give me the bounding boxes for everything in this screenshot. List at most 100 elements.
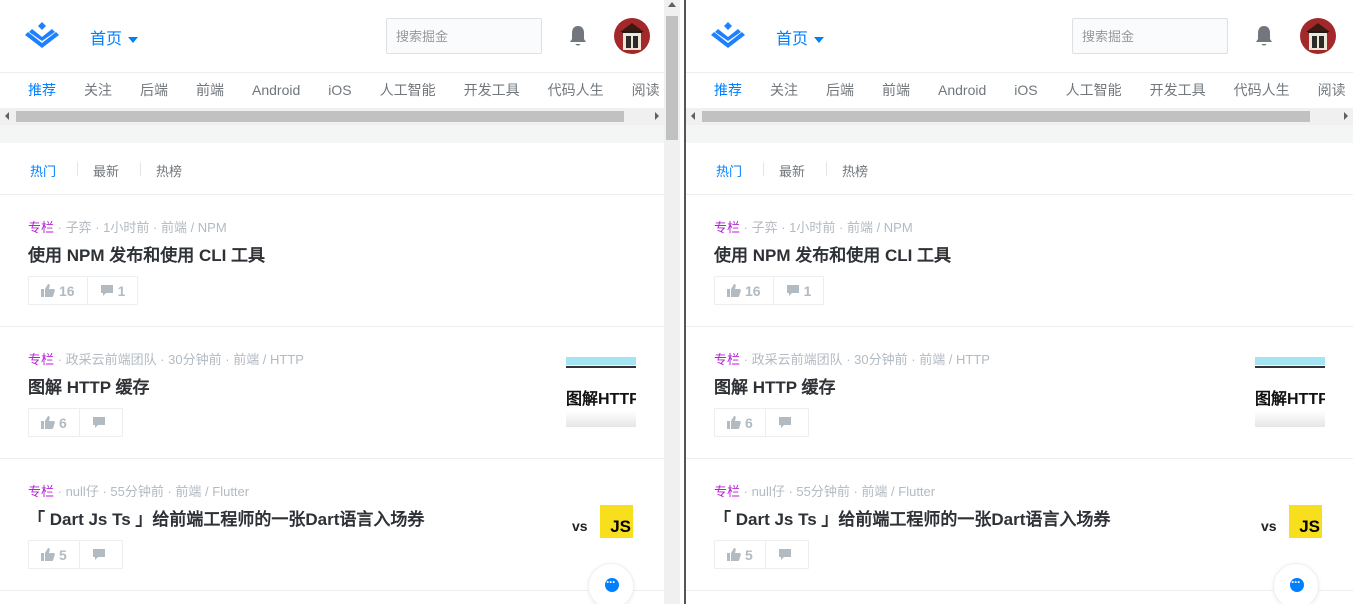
bell-icon[interactable] [1253,24,1275,48]
article-title[interactable]: 图解 HTTP 缓存 [714,373,836,398]
header: 首页 [686,0,1353,72]
comment-button[interactable] [764,409,808,436]
tab-7[interactable]: 开发工具 [464,73,520,107]
tab-2[interactable]: 后端 [826,73,854,107]
comment-button[interactable]: 1 [86,277,138,304]
author-name[interactable]: 政采云前端团队 [752,352,843,367]
feedback-fab[interactable] [588,563,634,604]
tab-4[interactable]: Android [938,73,986,107]
search-input[interactable] [386,18,542,54]
column-tag[interactable]: 专栏 [714,352,740,367]
like-button[interactable]: 5 [715,541,765,568]
scroll-up-arrow-icon[interactable] [668,2,676,7]
horizontal-scrollbar-thumb[interactable] [16,111,624,122]
article-entry[interactable]: 专栏 · null仔 · 55分钟前 · 前端 / Flutter 「 Dart … [0,459,664,591]
tab-6[interactable]: 人工智能 [380,73,436,107]
thumbnail-text: 图解HTTP [566,391,636,408]
article-title[interactable]: 「 Dart Js Ts 」给前端工程师的一张Dart语言入场券 [714,505,1110,530]
horizontal-scrollbar[interactable] [686,108,1353,125]
article-thumbnail[interactable]: vs JS [566,489,636,559]
subnav-item-0[interactable]: 热门 [716,161,742,180]
article-tags[interactable]: 前端 / NPM [847,220,913,235]
home-nav-dropdown[interactable]: 首页 [90,25,139,49]
avatar[interactable] [1300,18,1336,54]
juejin-logo-icon[interactable] [708,20,748,52]
column-tag[interactable]: 专栏 [714,220,740,235]
subnav-item-1[interactable]: 最新 [93,161,119,180]
author-name[interactable]: 子弈 [66,220,92,235]
column-tag[interactable]: 专栏 [28,220,54,235]
article-tags[interactable]: 前端 / Flutter [861,484,935,499]
tab-7[interactable]: 开发工具 [1150,73,1206,107]
article-title[interactable]: 「 Dart Js Ts 」给前端工程师的一张Dart语言入场券 [28,505,424,530]
subnav-item-1[interactable]: 最新 [779,161,805,180]
search-input[interactable] [1072,18,1228,54]
subnav-item-2[interactable]: 热榜 [156,161,182,180]
article-tags[interactable]: 前端 / NPM [161,220,227,235]
tab-2[interactable]: 后端 [140,73,168,107]
article-title[interactable]: 使用 NPM 发布和使用 CLI 工具 [28,241,265,266]
author-name[interactable]: null仔 [752,484,785,499]
scroll-left-arrow-icon[interactable] [691,112,695,120]
tab-0[interactable]: 推荐 [28,73,56,107]
tab-1[interactable]: 关注 [84,73,112,107]
article-entry[interactable]: 专栏 · 政采云前端团队 · 30分钟前 · 前端 / HTTP 图解 HTTP … [686,327,1353,459]
horizontal-scrollbar-thumb[interactable] [702,111,1310,122]
tab-8[interactable]: 代码人生 [548,73,604,107]
article-title[interactable]: 使用 NPM 发布和使用 CLI 工具 [714,241,951,266]
tab-0[interactable]: 推荐 [714,73,742,107]
like-button[interactable]: 16 [715,277,773,304]
article-entry[interactable]: 专栏 · 子弈 · 1小时前 · 前端 / NPM 使用 NPM 发布和使用 CL… [0,195,664,327]
juejin-logo-icon[interactable] [22,20,62,52]
article-entry[interactable]: 专栏 · 子弈 · 1小时前 · 前端 / NPM 使用 NPM 发布和使用 CL… [686,195,1353,327]
like-button[interactable]: 6 [715,409,765,436]
tab-9[interactable]: 阅读 [1318,73,1346,107]
column-tag[interactable]: 专栏 [28,352,54,367]
author-name[interactable]: 子弈 [752,220,778,235]
article-entry[interactable]: 专栏 · null仔 · 55分钟前 · 前端 / Flutter 「 Dart … [686,459,1353,591]
tab-1[interactable]: 关注 [770,73,798,107]
article-thumbnail[interactable]: 图解HTTP [566,357,636,427]
scroll-right-arrow-icon[interactable] [655,112,659,120]
author-name[interactable]: 政采云前端团队 [66,352,157,367]
tab-6[interactable]: 人工智能 [1066,73,1122,107]
tab-9[interactable]: 阅读 [632,73,660,107]
article-entry[interactable]: 专栏 · 政采云前端团队 · 30分钟前 · 前端 / HTTP 图解 HTTP … [0,327,664,459]
author-name[interactable]: null仔 [66,484,99,499]
scroll-right-arrow-icon[interactable] [1344,112,1348,120]
like-count: 16 [745,282,761,299]
scroll-left-arrow-icon[interactable] [5,112,9,120]
horizontal-scrollbar[interactable] [0,108,664,125]
subnav-item-2[interactable]: 热榜 [842,161,868,180]
like-button[interactable]: 5 [29,541,79,568]
feedback-fab[interactable] [1273,563,1319,604]
subnav-item-0[interactable]: 热门 [30,161,56,180]
bell-icon[interactable] [567,24,589,48]
article-tags[interactable]: 前端 / HTTP [919,352,990,367]
like-button[interactable]: 16 [29,277,87,304]
article-thumbnail[interactable]: vs JS [1255,489,1325,559]
column-tag[interactable]: 专栏 [714,484,740,499]
tab-3[interactable]: 前端 [882,73,910,107]
article-tags[interactable]: 前端 / Flutter [175,484,249,499]
comment-button[interactable] [764,541,808,568]
column-tag[interactable]: 专栏 [28,484,54,499]
article-thumbnail[interactable]: 图解HTTP [1255,357,1325,427]
article-tags[interactable]: 前端 / HTTP [233,352,304,367]
tab-5[interactable]: iOS [328,73,351,107]
vertical-scrollbar[interactable] [664,0,680,604]
tab-5[interactable]: iOS [1014,73,1037,107]
tab-3[interactable]: 前端 [196,73,224,107]
like-button[interactable]: 6 [29,409,79,436]
comment-button[interactable] [78,409,122,436]
tab-4[interactable]: Android [252,73,300,107]
article-title[interactable]: 图解 HTTP 缓存 [28,373,150,398]
sort-subnav: 热门 最新 热榜 [686,143,1353,195]
tab-8[interactable]: 代码人生 [1234,73,1290,107]
scrollbar-thumb[interactable] [666,16,678,140]
comment-button[interactable] [78,541,122,568]
avatar[interactable] [614,18,650,54]
comment-button[interactable]: 1 [772,277,824,304]
screen: 首页 推荐关注后端前端AndroidiOS人工智能开发工具代码人生阅读 热门最新… [0,0,1353,604]
home-nav-dropdown[interactable]: 首页 [776,25,825,49]
